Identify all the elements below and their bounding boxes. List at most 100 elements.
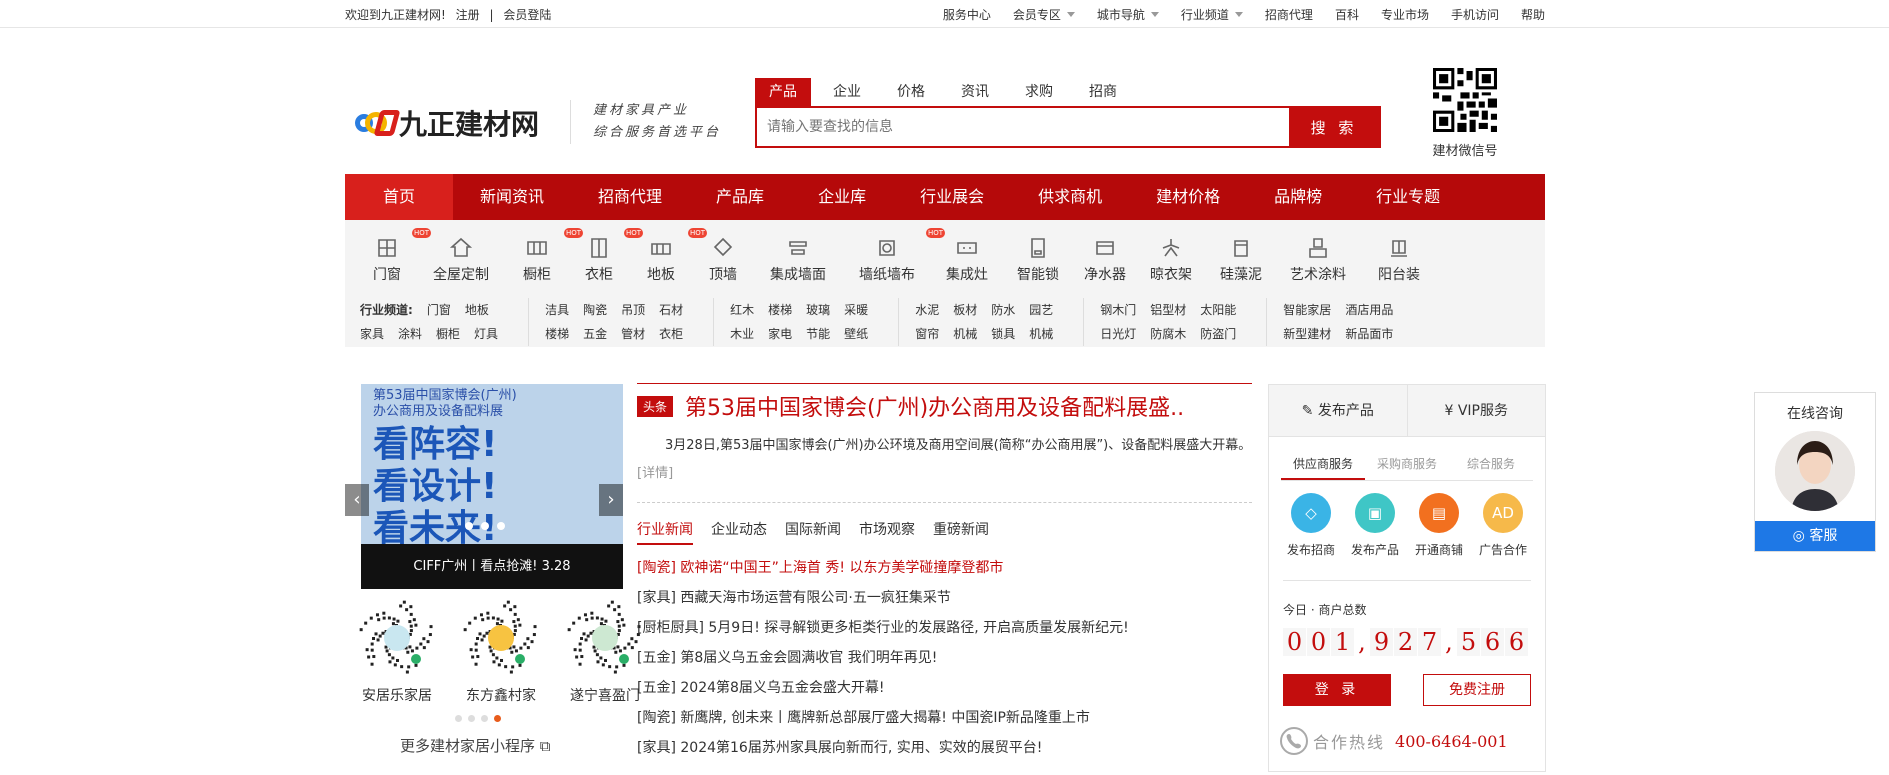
channel-link[interactable]: 采暖 (844, 303, 868, 317)
search-tab[interactable]: 价格 (883, 78, 939, 106)
category-item[interactable]: HOT 地板 (629, 228, 707, 290)
channel-link[interactable]: 管材 (621, 327, 645, 341)
register-link[interactable]: 注册 (456, 8, 480, 22)
news-tab[interactable]: 重磅新闻 (933, 519, 989, 545)
news-item[interactable]: [陶瓷] 新鹰牌, 创未来丨鹰牌新总部展厅盛大揭幕! 中国瓷IP新品隆重上市 (637, 703, 1252, 733)
channel-link[interactable]: 吊顶 (621, 303, 645, 317)
channel-link[interactable]: 新型建材 (1283, 327, 1331, 341)
news-item[interactable]: [五金] 第8届义乌五金会圆满收官 我们明年再见! (637, 643, 1252, 673)
channel-link[interactable]: 玻璃 (806, 303, 830, 317)
category-item[interactable]: HOT 衣柜 (569, 228, 643, 290)
news-item[interactable]: [五金] 2024第8届义乌五金会盛大开幕! (637, 673, 1252, 703)
nav-item[interactable]: 新闻资讯 (453, 174, 571, 220)
channel-link[interactable]: 楼梯 (768, 303, 792, 317)
top-link[interactable]: 城市导航 (1097, 6, 1159, 23)
channel-link[interactable]: 橱柜 (436, 327, 460, 341)
channel-link[interactable]: 五金 (583, 327, 607, 341)
channel-link[interactable]: 灯具 (474, 327, 498, 341)
channel-link[interactable]: 家电 (768, 327, 792, 341)
top-link[interactable]: 帮助 (1521, 6, 1545, 23)
service-item[interactable]: AD 广告合作 (1471, 493, 1535, 558)
nav-item[interactable]: 首页 (345, 174, 454, 220)
channel-link[interactable]: 木业 (730, 327, 754, 341)
news-item[interactable]: [家具] 2024第16届苏州家具展向新而行, 实用、实效的展贸平台! (637, 733, 1252, 763)
channel-link[interactable]: 涂料 (398, 327, 422, 341)
site-logo[interactable]: 九正建材网 (355, 103, 539, 143)
detail-link[interactable]: [详情] (637, 466, 673, 481)
service-tab[interactable]: 综合服务 (1449, 455, 1533, 480)
free-register-button[interactable]: 免费注册 (1423, 674, 1531, 706)
category-item[interactable]: 晾衣架 (1137, 230, 1205, 290)
channel-link[interactable]: 家具 (360, 327, 384, 341)
channel-link[interactable]: 机械 (1029, 327, 1053, 341)
news-item[interactable]: [厨柜厨具] 5月9日! 探寻解锁更多柜类行业的发展路径, 开启高质量发展新纪元… (637, 613, 1252, 643)
channel-link[interactable]: 门窗 (427, 303, 451, 317)
nav-item[interactable]: 行业展会 (893, 174, 1011, 220)
channel-link[interactable]: 酒店用品 (1345, 303, 1393, 317)
nav-item[interactable]: 招商代理 (571, 174, 689, 220)
service-item[interactable]: ▤ 开通商铺 (1407, 493, 1471, 558)
channel-link[interactable]: 园艺 (1029, 303, 1053, 317)
category-item[interactable]: 全屋定制 (417, 230, 505, 290)
news-tab[interactable]: 市场观察 (859, 519, 915, 545)
category-item[interactable]: HOT 墙纸墙布 (843, 228, 945, 290)
category-item[interactable]: 艺术涂料 (1277, 230, 1359, 290)
channel-link[interactable]: 窗帘 (915, 327, 939, 341)
top-link[interactable]: 手机访问 (1451, 6, 1499, 23)
channel-link[interactable]: 日光灯 (1100, 327, 1136, 341)
search-tab[interactable]: 求购 (1011, 78, 1067, 106)
channel-link[interactable]: 石材 (659, 303, 683, 317)
top-link[interactable]: 会员专区 (1013, 6, 1075, 23)
channel-link[interactable]: 钢木门 (1100, 303, 1136, 317)
channel-link[interactable]: 水泥 (915, 303, 939, 317)
news-tab[interactable]: 行业新闻 (637, 519, 693, 545)
top-link[interactable]: 百科 (1335, 6, 1359, 23)
category-item[interactable]: 顶墙 (693, 230, 753, 290)
carousel-prev-icon[interactable]: ‹ (345, 484, 369, 516)
category-item[interactable]: 硅藻泥 (1205, 230, 1277, 290)
channel-link[interactable]: 防盗门 (1200, 327, 1236, 341)
news-item[interactable]: [陶瓷] 欧神诺“中国王”上海首 秀! 以东方美学碰撞摩登都市 (637, 553, 1252, 583)
login-button[interactable]: 登 录 (1283, 674, 1391, 706)
top-link[interactable]: 服务中心 (943, 6, 991, 23)
login-link[interactable]: 会员登陆 (503, 8, 551, 22)
nav-item[interactable]: 供求商机 (1011, 174, 1129, 220)
customer-service-button[interactable]: ◎ 客服 (1755, 521, 1875, 551)
search-tab[interactable]: 产品 (755, 78, 811, 106)
channel-link[interactable]: 太阳能 (1200, 303, 1236, 317)
search-button[interactable]: 搜 索 (1289, 108, 1379, 146)
category-item[interactable]: 集成墙面 (753, 230, 843, 290)
channel-link[interactable]: 防水 (991, 303, 1015, 317)
top-link[interactable]: 专业市场 (1381, 6, 1429, 23)
category-item[interactable]: HOT 橱柜 (505, 228, 583, 290)
news-tab[interactable]: 国际新闻 (785, 519, 841, 545)
channel-link[interactable]: 衣柜 (659, 327, 683, 341)
channel-link[interactable]: 楼梯 (545, 327, 569, 341)
service-tab[interactable]: 采购商服务 (1365, 455, 1449, 480)
channel-link[interactable]: 锁具 (991, 327, 1015, 341)
category-item[interactable]: 智能锁 (1003, 230, 1073, 290)
channel-link[interactable]: 陶瓷 (583, 303, 607, 317)
service-tab[interactable]: 供应商服务 (1281, 455, 1365, 480)
banner-carousel[interactable]: 第53届中国家博会(广州) 办公商用及设备配料展 看阵容! 看设计! 看未来! … (361, 384, 623, 589)
channel-link[interactable]: 铝型材 (1150, 303, 1186, 317)
nav-item[interactable]: 行业专题 (1349, 174, 1467, 220)
mini-program-item[interactable]: 东方鑫村家 (449, 599, 553, 705)
channel-link[interactable]: 防腐木 (1150, 327, 1186, 341)
nav-item[interactable]: 企业库 (791, 174, 893, 220)
more-mini-programs-link[interactable]: 更多建材家居小程序 ⧉ (400, 735, 550, 756)
search-tab[interactable]: 企业 (819, 78, 875, 106)
nav-item[interactable]: 产品库 (689, 174, 791, 220)
mini-program-item[interactable]: 安居乐家居 (345, 599, 449, 705)
channel-link[interactable]: 洁具 (545, 303, 569, 317)
nav-item[interactable]: 建材价格 (1129, 174, 1247, 220)
nav-item[interactable]: 品牌榜 (1247, 174, 1349, 220)
top-link[interactable]: 行业频道 (1181, 6, 1243, 23)
search-tab[interactable]: 招商 (1075, 78, 1131, 106)
channel-link[interactable]: 壁纸 (844, 327, 868, 341)
channel-link[interactable]: 红木 (730, 303, 754, 317)
news-item[interactable]: [家具] 西藏天海市场运营有限公司·五一疯狂集采节 (637, 583, 1252, 613)
channel-link[interactable]: 机械 (953, 327, 977, 341)
channel-link[interactable]: 板材 (953, 303, 977, 317)
category-item[interactable]: HOT 门窗 (357, 228, 431, 290)
